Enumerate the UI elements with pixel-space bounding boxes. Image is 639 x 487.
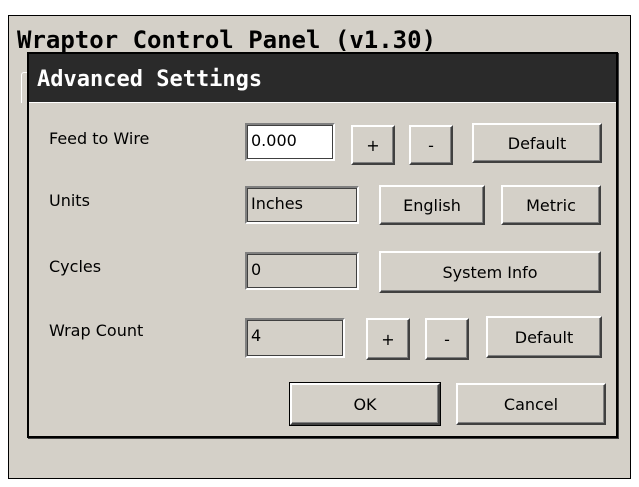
wrap-count-display: 4 [245,318,345,358]
wrap-count-default-button[interactable]: Default [486,316,602,358]
parent-status-strip [9,452,630,478]
wrap-count-decrement-button[interactable]: - [425,318,469,360]
feed-to-wire-increment-button[interactable]: + [351,125,395,165]
system-info-button[interactable]: System Info [379,251,601,293]
cancel-button[interactable]: Cancel [456,383,606,425]
dialog-title: Advanced Settings [29,54,616,102]
units-label: Units [49,191,90,210]
feed-to-wire-label: Feed to Wire [49,129,150,148]
feed-to-wire-input[interactable]: 0.000 [245,123,335,161]
feed-to-wire-decrement-button[interactable]: - [409,125,453,165]
advanced-settings-dialog: Advanced Settings Feed to Wire 0.000 + -… [27,52,618,438]
feed-to-wire-default-button[interactable]: Default [472,123,602,163]
wrap-count-label: Wrap Count [49,321,144,340]
cycles-label: Cycles [49,257,102,276]
english-button[interactable]: English [379,185,485,225]
ok-button[interactable]: OK [289,382,441,426]
parent-window-title: Wraptor Control Panel (v1.30) [9,16,630,56]
dialog-body: Feed to Wire 0.000 + - Default Units Inc… [29,102,616,436]
cycles-display: 0 [245,252,359,290]
screen: Wraptor Control Panel (v1.30) Advanced S… [0,0,639,487]
metric-button[interactable]: Metric [501,185,601,225]
wrap-count-increment-button[interactable]: + [366,318,410,360]
units-display: Inches [245,186,359,224]
